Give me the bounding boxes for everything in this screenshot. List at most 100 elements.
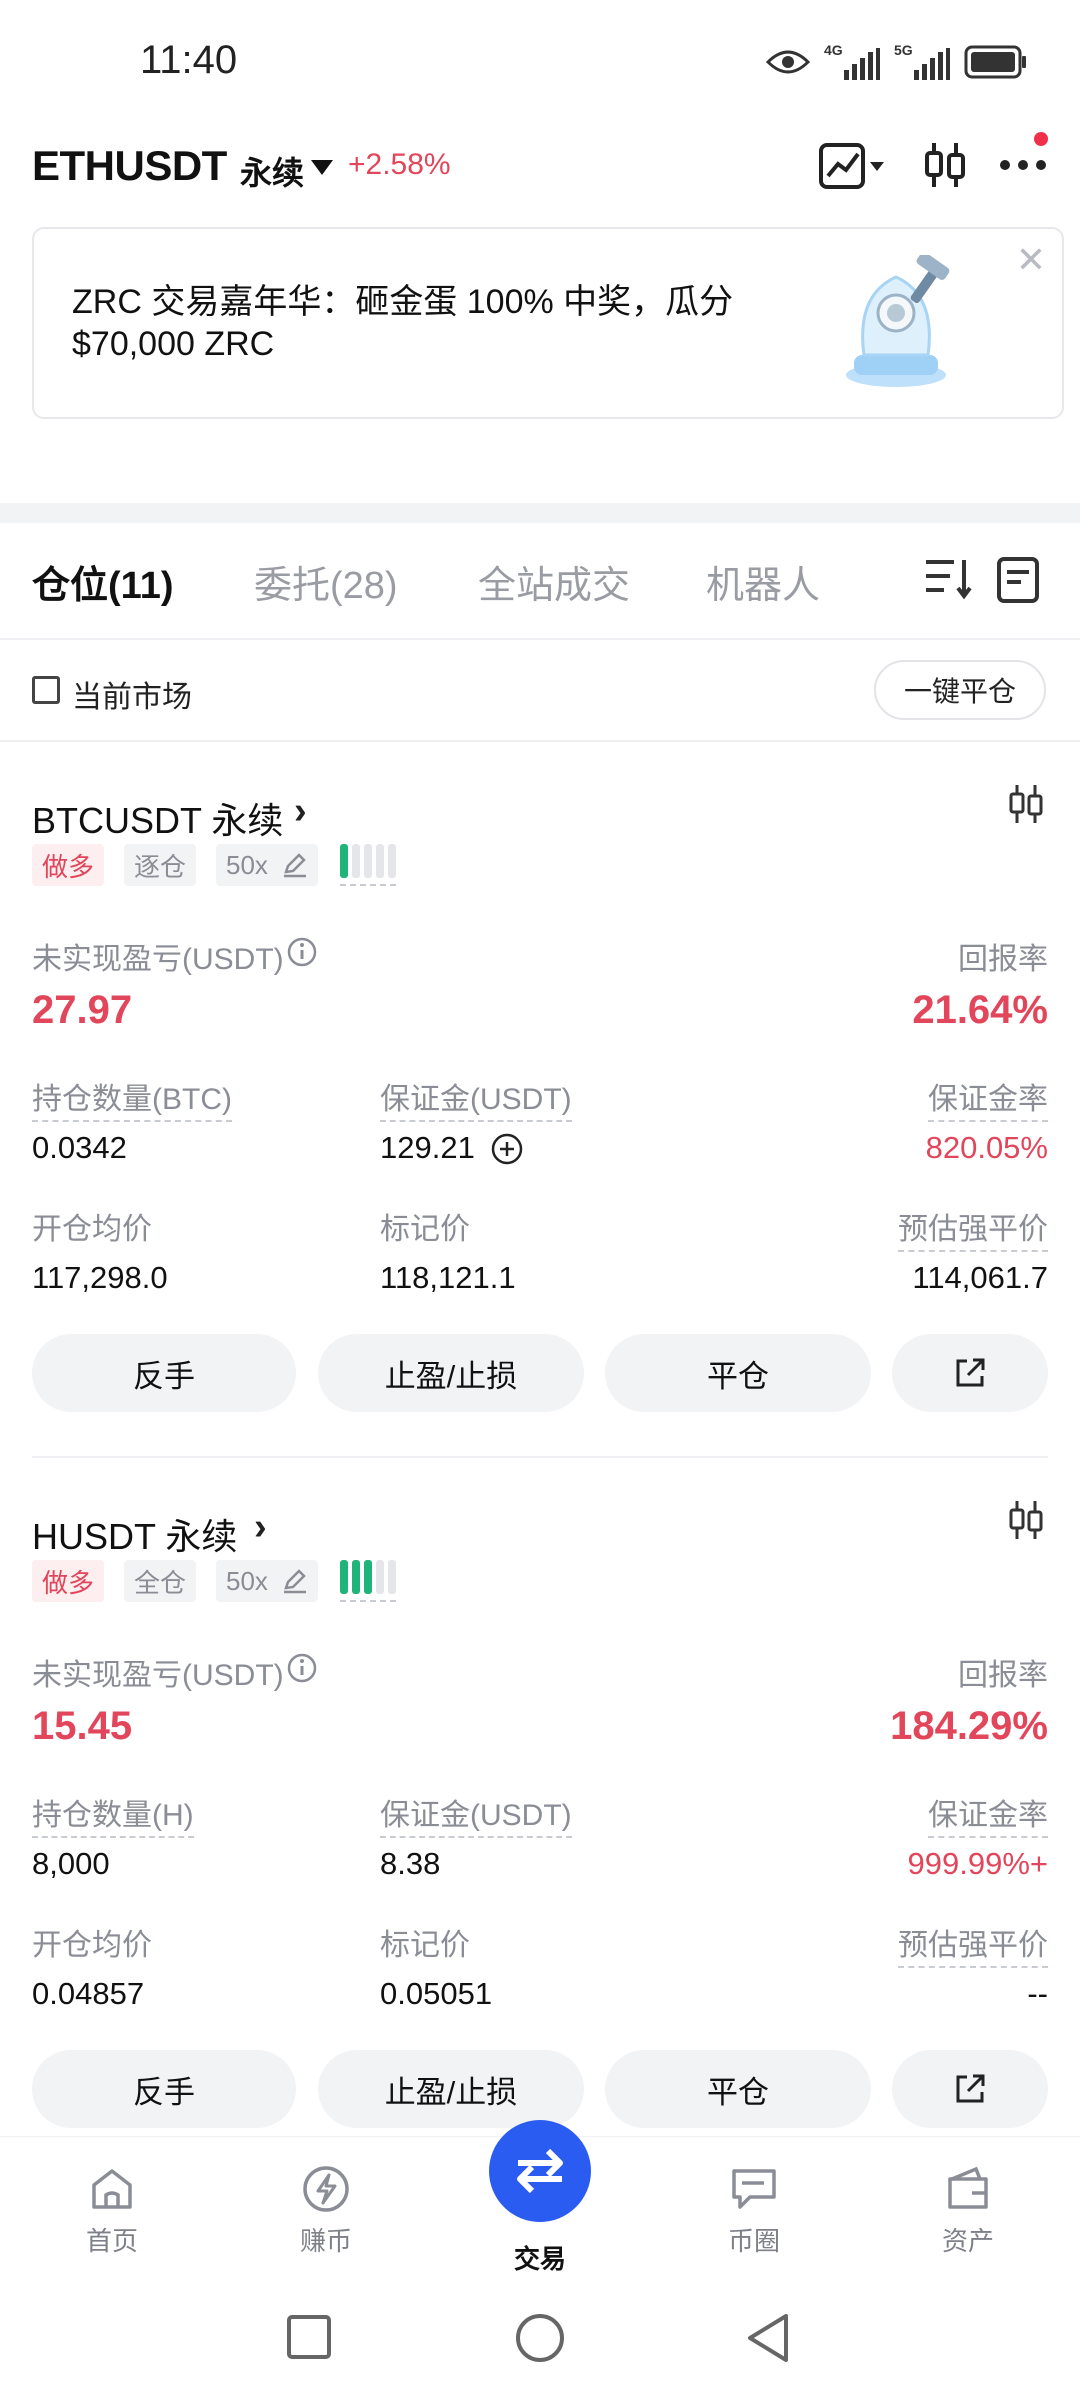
chevron-right-icon[interactable]: › bbox=[294, 790, 307, 833]
entry-price-label: 开仓均价 bbox=[32, 1213, 152, 1246]
leverage-value: 50x bbox=[226, 849, 268, 880]
tab-bots[interactable]: 机器人 bbox=[706, 554, 820, 609]
add-margin-icon[interactable] bbox=[490, 1132, 524, 1166]
margin-mode-badge[interactable]: 全仓 bbox=[124, 1560, 197, 1602]
roe-label: 回报率 bbox=[958, 943, 1048, 976]
close-all-button[interactable]: 一键平仓 bbox=[874, 660, 1046, 720]
network-4g-label: 4G bbox=[824, 42, 843, 58]
risk-bar bbox=[352, 844, 360, 878]
nav-community[interactable]: 币圈 bbox=[684, 2163, 824, 2258]
margin-ratio-label[interactable]: 保证金率 bbox=[928, 1790, 1048, 1838]
margin-ratio-value: 820.05% bbox=[925, 1130, 1048, 1165]
tabs-divider bbox=[0, 638, 1080, 640]
home-circle-icon[interactable] bbox=[514, 2312, 566, 2364]
tab-all-trades[interactable]: 全站成交 bbox=[478, 554, 630, 609]
nav-earn[interactable]: 赚币 bbox=[256, 2163, 396, 2258]
current-market-label[interactable]: 当前市场 bbox=[72, 672, 192, 716]
leverage-badge[interactable]: 50x bbox=[216, 1560, 318, 1602]
nav-home[interactable]: 首页 bbox=[42, 2163, 182, 2258]
margin-value: 129.21 bbox=[380, 1130, 475, 1165]
close-position-button[interactable]: 平仓 bbox=[605, 2050, 871, 2128]
contract-type[interactable]: 永续 bbox=[240, 148, 304, 194]
trade-fab-button[interactable] bbox=[489, 2120, 591, 2222]
position-card: HUSDT 永续 › 做多 全仓 50x 未实现盈亏(USDT) 回报率 15.… bbox=[0, 1460, 1080, 2180]
chevron-right-icon[interactable]: › bbox=[254, 1506, 267, 1549]
nav-assets-label: 资产 bbox=[941, 2226, 994, 2256]
tp-sl-button[interactable]: 止盈/止损 bbox=[318, 2050, 584, 2128]
share-external-icon bbox=[956, 1358, 985, 1387]
nav-community-label: 币圈 bbox=[727, 2226, 780, 2256]
notification-dot bbox=[1034, 132, 1048, 146]
entry-price-value: 0.04857 bbox=[32, 1976, 145, 2011]
position-symbol[interactable]: HUSDT 永续 bbox=[32, 1508, 237, 1560]
pair-dropdown-caret-icon[interactable] bbox=[311, 160, 333, 175]
chart-toggle-button[interactable] bbox=[812, 130, 892, 200]
risk-bar bbox=[364, 1560, 372, 1594]
tab-orders[interactable]: 委托(28) bbox=[254, 554, 398, 609]
side-badge: 做多 bbox=[32, 844, 105, 886]
share-button[interactable] bbox=[892, 2050, 1048, 2128]
community-icon bbox=[732, 2169, 776, 2209]
nav-earn-label: 赚币 bbox=[299, 2226, 352, 2256]
risk-bar bbox=[376, 1560, 384, 1594]
nav-assets[interactable]: 资产 bbox=[898, 2163, 1038, 2258]
back-triangle-icon[interactable] bbox=[744, 2312, 792, 2364]
margin-value: 8.38 bbox=[380, 1846, 441, 1881]
kline-button[interactable] bbox=[918, 130, 972, 200]
candlestick-icon[interactable] bbox=[1008, 1500, 1044, 1545]
tp-sl-button[interactable]: 止盈/止损 bbox=[318, 1334, 584, 1412]
candlestick-icon bbox=[925, 143, 965, 187]
tab-positions[interactable]: 仓位(11) bbox=[32, 554, 173, 609]
entry-price-label: 开仓均价 bbox=[32, 1929, 152, 1962]
status-time: 11:40 bbox=[140, 38, 238, 82]
unrealized-pnl-value: 15.45 bbox=[32, 1704, 133, 1748]
reverse-button[interactable]: 反手 bbox=[32, 1334, 296, 1412]
filter-row: 当前市场 一键平仓 bbox=[0, 642, 1080, 742]
position-size-label[interactable]: 持仓数量(BTC) bbox=[32, 1074, 232, 1122]
position-size-value: 0.0342 bbox=[32, 1130, 127, 1165]
promo-banner[interactable]: ZRC 交易嘉年华：砸金蛋 100% 中奖，瓜分 $70,000 ZRC ✕ bbox=[32, 227, 1064, 419]
edit-pencil-icon bbox=[283, 853, 306, 878]
mark-price-label: 标记价 bbox=[380, 1929, 470, 1962]
side-badge: 做多 bbox=[32, 1560, 105, 1602]
close-position-button[interactable]: 平仓 bbox=[605, 1334, 871, 1412]
share-button[interactable] bbox=[892, 1334, 1048, 1412]
order-history-icon[interactable] bbox=[996, 556, 1040, 609]
info-icon[interactable] bbox=[286, 936, 318, 968]
risk-bar bbox=[388, 844, 396, 878]
risk-bar bbox=[388, 1560, 396, 1594]
risk-meter bbox=[340, 844, 396, 886]
card-divider bbox=[32, 1456, 1048, 1458]
position-symbol[interactable]: BTCUSDT 永续 bbox=[32, 792, 283, 844]
nav-trade-label: 交易 bbox=[513, 2244, 566, 2274]
position-size-label[interactable]: 持仓数量(H) bbox=[32, 1790, 194, 1838]
margin-ratio-value: 999.99%+ bbox=[907, 1846, 1048, 1881]
status-icons: 4G 5G bbox=[766, 42, 1028, 80]
share-external-icon bbox=[956, 2074, 985, 2103]
liq-price-label[interactable]: 预估强平价 bbox=[898, 1920, 1048, 1968]
candlestick-icon[interactable] bbox=[1008, 784, 1044, 829]
risk-bar bbox=[376, 844, 384, 878]
margin-mode-badge[interactable]: 逐仓 bbox=[124, 844, 197, 886]
info-icon[interactable] bbox=[286, 1652, 318, 1684]
entry-price-value: 117,298.0 bbox=[32, 1260, 168, 1295]
risk-bar bbox=[364, 844, 372, 878]
current-market-checkbox[interactable] bbox=[32, 676, 60, 704]
pair-symbol[interactable]: ETHUSDT bbox=[32, 142, 227, 190]
margin-ratio-label[interactable]: 保证金率 bbox=[928, 1074, 1048, 1122]
liq-price-label[interactable]: 预估强平价 bbox=[898, 1204, 1048, 1252]
home-icon bbox=[92, 2169, 132, 2209]
network-5g-label: 5G bbox=[894, 42, 913, 58]
roe-label: 回报率 bbox=[958, 1659, 1048, 1692]
leverage-badge[interactable]: 50x bbox=[216, 844, 318, 886]
system-nav-bar bbox=[0, 2286, 1080, 2400]
roe-value: 21.64% bbox=[912, 988, 1048, 1032]
sort-filter-icon[interactable] bbox=[924, 556, 972, 605]
nav-home-label: 首页 bbox=[85, 2226, 138, 2256]
swap-arrows-icon bbox=[517, 2148, 563, 2194]
reverse-button[interactable]: 反手 bbox=[32, 2050, 296, 2128]
banner-close-icon[interactable]: ✕ bbox=[1016, 239, 1046, 281]
line-chart-icon bbox=[819, 143, 884, 189]
recent-apps-icon[interactable] bbox=[286, 2314, 332, 2360]
leverage-value: 50x bbox=[226, 1565, 268, 1596]
